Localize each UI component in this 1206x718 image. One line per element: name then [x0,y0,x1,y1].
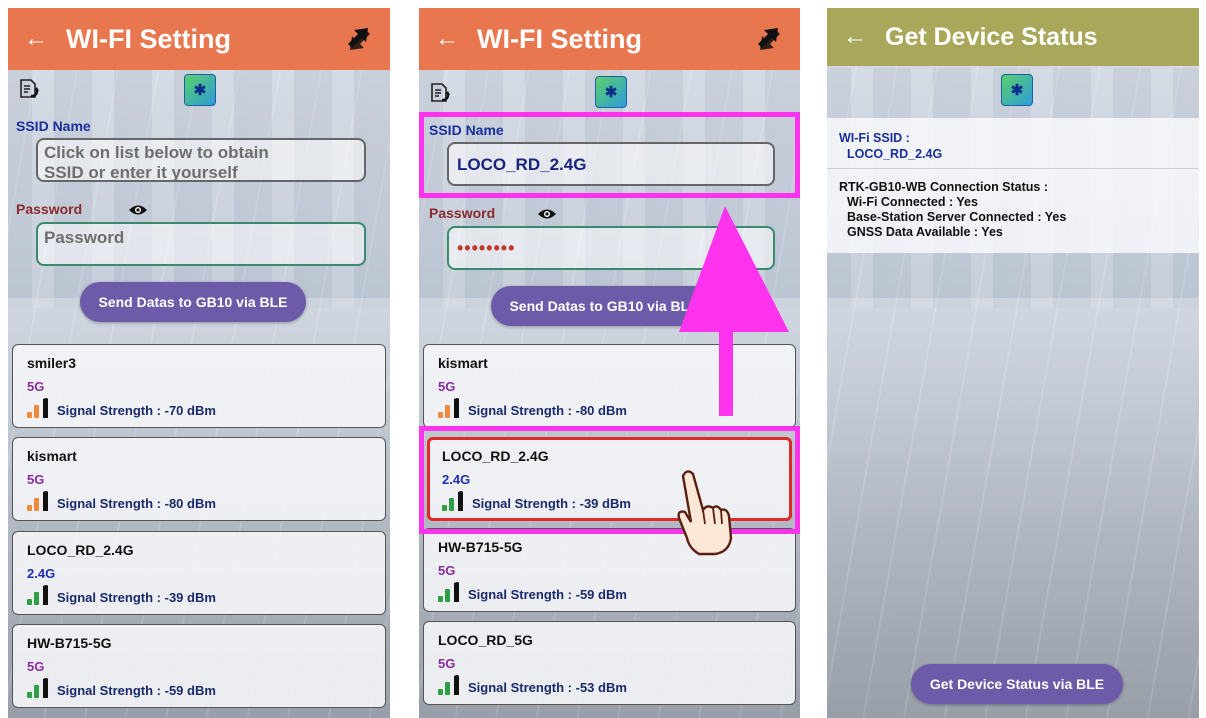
network-name: kismart [27,448,77,464]
signal-strength-icon [25,488,51,512]
ssid-placeholder-line2: SSID or enter it yourself [44,163,238,182]
wifi-ssid-label: WI-Fi SSID : [839,131,910,145]
signal-strength-icon [25,675,51,699]
signal-strength-text: Signal Strength : -59 dBm [57,683,216,698]
selected-outline [427,437,792,521]
wifi-network-item[interactable]: HW-B715-5G 5G Signal Strength : -59 dBm [12,624,386,708]
wifi-setting-screen: ← WI-FI Setting ✱ SSID Name Click on lis… [8,8,390,718]
network-name: HW-B715-5G [438,539,523,555]
network-name: LOCO_RD_5G [438,632,533,648]
network-band: 5G [27,379,45,394]
sync-icon[interactable] [342,22,376,56]
eye-icon[interactable] [128,203,148,217]
network-band: 2.4G [27,566,56,581]
page-title: WI-FI Setting [66,23,231,54]
wifi-network-item[interactable]: smiler3 5G Signal Strength : -70 dBm [12,344,386,428]
ssid-placeholder-line1: Click on list below to obtain [44,143,269,162]
bluetooth-icon[interactable]: ✱ [1001,74,1033,106]
tap-hand-icon [677,470,733,556]
status-panel: WI-Fi SSID : LOCO_RD_2.4G RTK-GB10-WB Co… [827,118,1199,253]
app-bar: ← WI-FI Setting [419,8,800,70]
network-band: 5G [438,563,456,578]
password-input[interactable]: Password [36,222,366,266]
signal-strength-icon [436,672,462,696]
get-device-status-button[interactable]: Get Device Status via BLE [911,664,1123,704]
page-title: Get Device Status [885,22,1098,51]
signal-strength-text: Signal Strength : -59 dBm [468,587,627,602]
bluetooth-icon[interactable]: ✱ [595,76,627,108]
password-label: Password [16,201,83,217]
signal-strength-icon [25,395,51,419]
back-arrow-icon[interactable]: ← [435,25,465,53]
back-arrow-icon[interactable]: ← [843,23,873,51]
up-arrow-annotation-icon [679,206,789,416]
network-name: LOCO_RD_2.4G [27,542,134,558]
password-placeholder: Password [44,228,125,247]
divider [827,168,1199,169]
gnss-status: GNSS Data Available : Yes [847,225,1003,239]
signal-strength-icon [25,582,51,606]
signal-strength-text: Signal Strength : -80 dBm [57,496,216,511]
wifi-network-item[interactable]: kismart 5G Signal Strength : -80 dBm [12,437,386,521]
connection-status-label: RTK-GB10-WB Connection Status : [839,180,1049,194]
document-export-icon[interactable] [429,82,451,104]
signal-strength-icon [436,579,462,603]
network-band: 5G [438,656,456,671]
signal-strength-text: Signal Strength : -70 dBm [57,403,216,418]
wifi-ssid-value: LOCO_RD_2.4G [847,147,943,161]
wifi-setting-screen-filled: ← WI-FI Setting ✱ SSID Name LOCO_RD_2.4G… [419,8,800,718]
document-export-icon[interactable] [18,78,40,100]
base-station-status: Base-Station Server Connected : Yes [847,210,1067,224]
sync-icon[interactable] [752,22,786,56]
eye-icon[interactable] [537,207,557,221]
password-label: Password [429,205,496,221]
signal-strength-text: Signal Strength : -80 dBm [468,403,627,418]
ssid-highlight-box [419,112,800,198]
network-name: HW-B715-5G [27,635,112,651]
send-datas-button[interactable]: Send Datas to GB10 via BLE [80,282,306,322]
network-band: 5G [27,472,45,487]
wifi-network-item[interactable]: LOCO_RD_5G 5G Signal Strength : -53 dBm [423,621,796,705]
wifi-network-item[interactable]: HW-B715-5G 5G Signal Strength : -59 dBm [423,528,796,612]
signal-strength-text: Signal Strength : -53 dBm [468,680,627,695]
signal-strength-icon [436,395,462,419]
signal-strength-text: Signal Strength : -39 dBm [57,590,216,605]
ssid-input[interactable]: Click on list below to obtain SSID or en… [36,138,366,182]
device-status-screen: ← Get Device Status ✱ WI-Fi SSID : LOCO_… [827,8,1199,718]
network-name: smiler3 [27,355,77,371]
back-arrow-icon[interactable]: ← [24,25,54,53]
app-bar: ← Get Device Status [827,8,1199,66]
app-bar: ← WI-FI Setting [8,8,390,70]
page-title: WI-FI Setting [477,23,642,54]
wifi-connected-status: Wi-Fi Connected : Yes [847,195,978,209]
network-band: 5G [438,379,456,394]
ssid-label: SSID Name [16,118,91,134]
wifi-network-item[interactable]: LOCO_RD_2.4G 2.4G Signal Strength : -39 … [12,531,386,615]
network-name: kismart [438,355,488,371]
network-band: 5G [27,659,45,674]
bluetooth-icon[interactable]: ✱ [184,74,216,106]
